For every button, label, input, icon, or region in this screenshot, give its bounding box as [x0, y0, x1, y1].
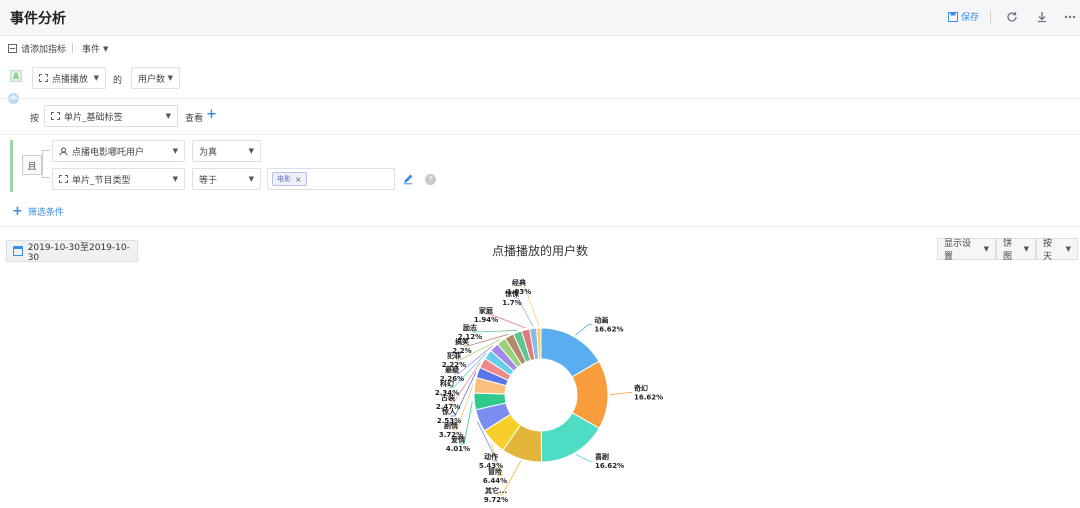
slice-value-label: 2.47%	[436, 403, 460, 411]
slice-value-label: 9.72%	[484, 496, 508, 504]
slice-label: 家庭	[479, 306, 494, 315]
slice-label: 经典	[512, 278, 526, 287]
slice-value-label: 1.94%	[474, 316, 498, 324]
slice-value-label: 2.26%	[440, 375, 464, 383]
slice-label: 喜剧	[595, 452, 609, 461]
slice-leader-line	[609, 392, 632, 396]
slice-value-label: 2.22%	[442, 361, 466, 369]
slice-value-label: 2.34%	[435, 389, 459, 397]
slice-label: 其它...	[485, 486, 507, 495]
slice-value-label: 2.2%	[452, 347, 471, 355]
slice-value-label: 2.12%	[458, 333, 482, 341]
slice-value-label: 16.62%	[634, 394, 663, 402]
slice-leader-line	[575, 454, 593, 462]
slice-label: 励志	[463, 323, 477, 332]
slice-leader-line	[472, 330, 517, 333]
slice-label: 动作	[484, 452, 498, 461]
donut-chart: 动画16.62%奇幻16.62%喜剧16.62%其它...9.72%冒险6.44…	[435, 278, 663, 504]
slice-label: 动画	[594, 316, 608, 325]
slice-value-label: 6.44%	[483, 477, 507, 485]
slice-label: 奇幻	[634, 384, 648, 393]
slice-value-label: 1.7%	[502, 299, 521, 307]
slice-value-label: 16.62%	[594, 326, 623, 334]
slice-value-label: 16.62%	[595, 462, 624, 470]
slice-value-label: 4.01%	[446, 445, 470, 453]
slice-value-label: 3.72%	[439, 431, 463, 439]
slice-leader-line	[575, 324, 593, 336]
slice-value-label: 5.43%	[479, 462, 503, 470]
slice-value-label: 2.53%	[437, 417, 461, 425]
slice-value-label: 1.03%	[507, 288, 531, 296]
